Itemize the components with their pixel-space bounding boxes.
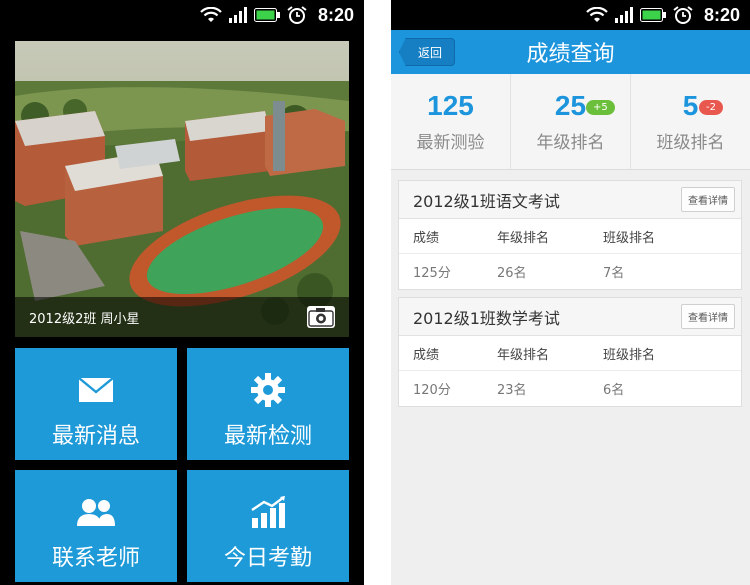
status-bar: 8:20	[391, 0, 750, 30]
contacts-icon	[77, 499, 115, 526]
tile-label: 最新消息	[51, 424, 140, 449]
campus-illustration	[15, 41, 349, 337]
page-title: 成绩查询	[526, 42, 615, 67]
battery-icon	[639, 8, 666, 22]
column-header: 成绩	[413, 347, 440, 363]
home-screen: 8:20 2012级2班 周小星 最新消息 最新检测 联系老师 今日考勤	[0, 0, 364, 585]
gear-icon	[251, 373, 285, 407]
tile-today-attendance[interactable]: 今日考勤	[187, 470, 349, 582]
view-details-button[interactable]: 查看详情	[681, 304, 735, 329]
camera-icon	[308, 308, 334, 327]
wifi-icon	[200, 7, 222, 22]
student-class-name: 2012级2班 周小星	[29, 311, 140, 327]
wifi-icon	[586, 7, 608, 22]
exam-title: 2012级1班数学考试	[413, 308, 560, 328]
column-header: 年级排名	[497, 230, 550, 246]
column-header: 年级排名	[497, 347, 550, 363]
title-bar: 返回 成绩查询	[391, 30, 750, 74]
status-time: 8:20	[703, 4, 740, 25]
grade-rank-value: 23名	[497, 383, 527, 398]
chart-icon	[251, 496, 285, 528]
tile-latest-messages[interactable]: 最新消息	[15, 348, 177, 460]
card-header: 2012级1班语文考试 查看详情	[399, 181, 741, 219]
stat-latest-test[interactable]: 125 最新测验	[391, 74, 511, 169]
exam-card-math: 2012级1班数学考试 查看详情 成绩 年级排名 班级排名 120分 23名 6…	[398, 297, 742, 407]
back-button[interactable]: 返回	[399, 38, 455, 66]
envelope-icon	[78, 377, 114, 402]
tile-label: 今日考勤	[223, 546, 312, 571]
stat-value: 125	[427, 90, 474, 121]
tile-label: 联系老师	[51, 546, 140, 571]
stat-label: 班级排名	[656, 133, 725, 153]
alarm-icon	[287, 6, 307, 24]
card-header: 2012级1班数学考试 查看详情	[399, 298, 741, 336]
view-details-button[interactable]: 查看详情	[681, 187, 735, 212]
exam-title: 2012级1班语文考试	[413, 191, 560, 211]
score-value: 125分	[413, 266, 451, 281]
table-header-row: 成绩 年级排名 班级排名	[399, 336, 741, 371]
column-header: 班级排名	[603, 347, 656, 363]
rank-change-badge: -2	[699, 100, 723, 115]
score-value: 120分	[413, 383, 451, 398]
tile-contact-teacher[interactable]: 联系老师	[15, 470, 177, 582]
battery-icon	[253, 8, 280, 22]
class-rank-value: 6名	[603, 383, 625, 398]
camera-button[interactable]	[307, 306, 335, 328]
tile-label: 最新检测	[223, 424, 312, 449]
column-header: 成绩	[413, 230, 440, 246]
grade-rank-value: 26名	[497, 266, 527, 281]
table-header-row: 成绩 年级排名 班级排名	[399, 219, 741, 254]
rank-change-badge: +5	[586, 100, 615, 115]
tile-latest-tests[interactable]: 最新检测	[187, 348, 349, 460]
exam-card-chinese: 2012级1班语文考试 查看详情 成绩 年级排名 班级排名 125分 26名 7…	[398, 180, 742, 290]
stat-value: 5	[682, 90, 699, 121]
stat-value: 25	[554, 90, 587, 121]
signal-icon	[614, 7, 633, 23]
class-rank-value: 7名	[603, 266, 625, 281]
signal-icon	[228, 7, 247, 23]
stat-grade-rank[interactable]: 25 +5 年级排名	[511, 74, 631, 169]
table-row: 125分 26名 7名	[399, 254, 741, 289]
status-bar: 8:20	[0, 0, 364, 30]
stats-summary: 125 最新测验 25 +5 年级排名 5 -2 班级排名	[391, 74, 750, 170]
alarm-icon	[673, 6, 693, 24]
hero-caption-bar: 2012级2班 周小星	[15, 297, 349, 337]
status-time: 8:20	[317, 4, 354, 25]
column-header: 班级排名	[603, 230, 656, 246]
stat-class-rank[interactable]: 5 -2 班级排名	[631, 74, 750, 169]
stat-label: 最新测验	[416, 133, 485, 153]
table-row: 120分 23名 6名	[399, 371, 741, 406]
grades-screen: 8:20 返回 成绩查询 125 最新测验 25 +5 年级排名 5 -2 班级…	[391, 0, 750, 585]
campus-photo: 2012级2班 周小星	[15, 41, 349, 337]
stat-label: 年级排名	[536, 133, 605, 153]
